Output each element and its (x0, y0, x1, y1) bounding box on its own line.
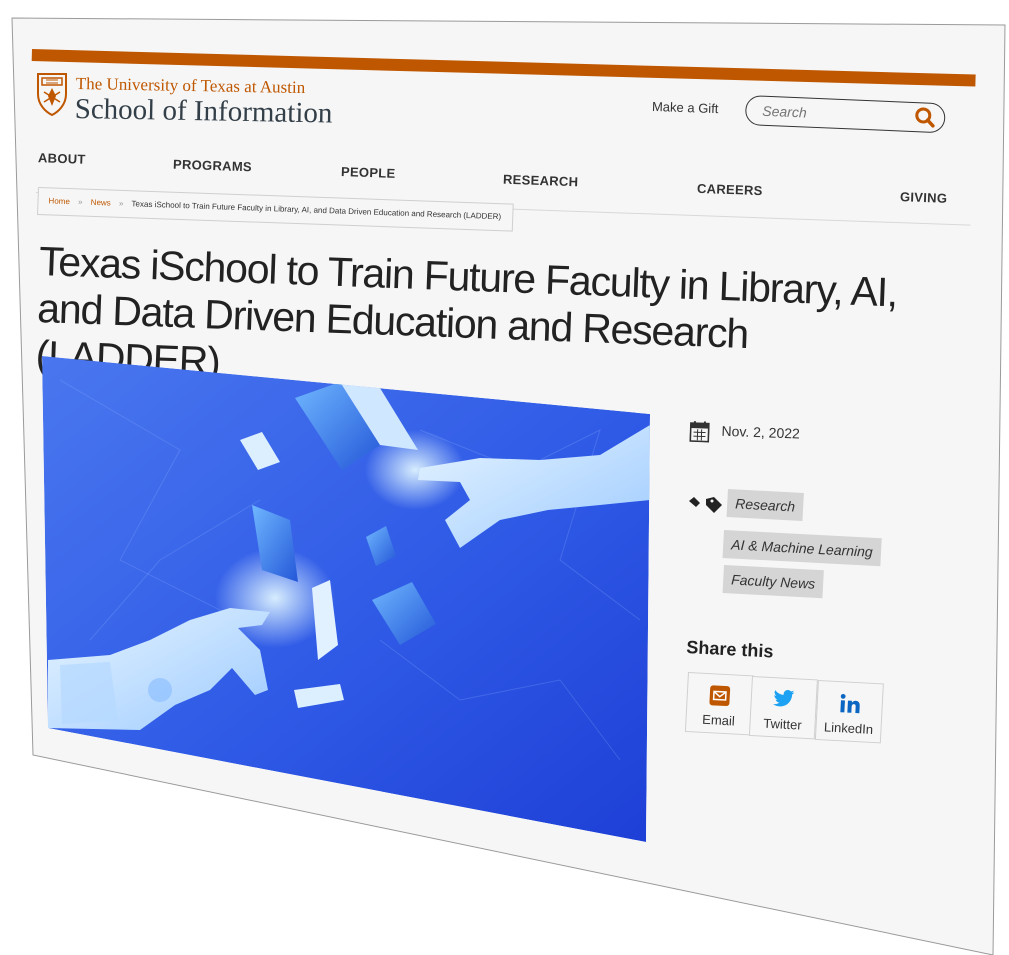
tag-research[interactable]: Research (726, 489, 804, 521)
article-date: Nov. 2, 2022 (689, 420, 800, 446)
share-twitter-button[interactable]: Twitter (748, 676, 818, 740)
linkedin-icon (840, 693, 860, 714)
share-linkedin-button[interactable]: LinkedIn (814, 680, 884, 744)
tag-faculty-news[interactable]: Faculty News (722, 565, 824, 599)
email-icon (709, 685, 731, 707)
calendar-icon (689, 421, 710, 443)
share-email-button[interactable]: Email (684, 672, 754, 736)
share-twitter-label: Twitter (762, 715, 803, 733)
tag-icon (689, 497, 722, 513)
twitter-icon (773, 690, 795, 707)
share-heading: Share this (685, 637, 774, 662)
share-linkedin-label: LinkedIn (823, 719, 874, 737)
hero-image (42, 356, 650, 842)
date-text: Nov. 2, 2022 (721, 422, 801, 442)
share-email-label: Email (701, 711, 736, 729)
